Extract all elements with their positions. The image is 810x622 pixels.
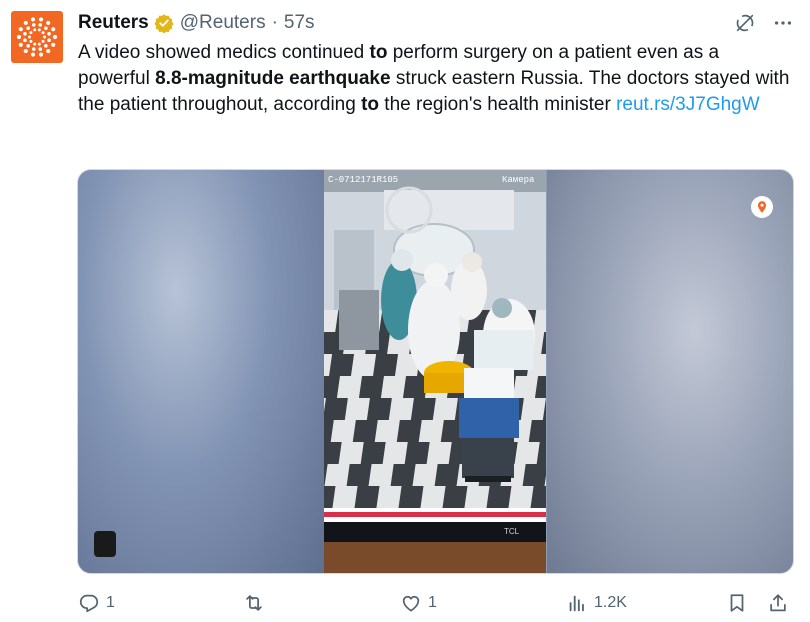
tweet-text-segment: the region's health minister [379,94,617,115]
blurred-background-right [547,170,793,573]
bookmark-button[interactable] [726,588,748,618]
surgery-video-frame: C-0712171R105 Камера TCL [324,170,546,573]
views-icon [569,595,584,612]
tweet-text: A video showed medics continued to perfo… [78,40,793,118]
share-button[interactable] [767,588,789,618]
like-button[interactable]: 1 [400,588,437,618]
reply-count: 1 [106,594,115,611]
video-player[interactable]: C-0712171R105 Камера TCL [77,169,794,574]
tweet-header: Reuters @Reuters · 57s [78,10,315,36]
grok-icon[interactable] [734,12,756,39]
tweet-timestamp[interactable]: 57s [284,12,315,34]
like-icon [402,595,420,612]
meta-separator: · [271,12,278,33]
author-name[interactable]: Reuters [78,12,149,34]
tweet-text-highlight: to [369,42,388,63]
share-icon [770,594,786,612]
avatar[interactable] [11,11,63,63]
tweet-text-segment: A video showed medics continued [78,42,370,63]
repost-button[interactable] [243,588,271,618]
repost-icon [246,595,262,611]
views-button[interactable]: 1.2K [566,588,627,618]
monitor-brand: TCL [504,527,520,536]
more-icon[interactable] [772,12,794,39]
tweet-text-highlight: to [361,94,380,115]
tweet-action-bar: 1 1 1.2K [0,588,810,618]
reuters-logo-icon [16,17,58,57]
video-overlay-left: C-0712171R105 [328,175,398,185]
reply-icon [79,594,99,613]
like-count: 1 [428,594,437,611]
tweet-top-actions [734,12,794,39]
reply-button[interactable]: 1 [78,588,115,618]
tweet-text-highlight: 8.8-magnitude earthquake [155,68,391,89]
views-count: 1.2K [594,594,627,611]
location-pin-icon[interactable] [751,196,773,218]
verified-badge-icon [154,13,174,33]
blurred-background-left [78,170,324,573]
tweet-link[interactable]: reut.rs/3J7GhgW [616,94,760,115]
video-overlay-right: Камера [502,175,535,185]
author-handle[interactable]: @Reuters [180,12,266,34]
bookmark-icon [730,594,744,612]
media-badge [94,531,116,557]
